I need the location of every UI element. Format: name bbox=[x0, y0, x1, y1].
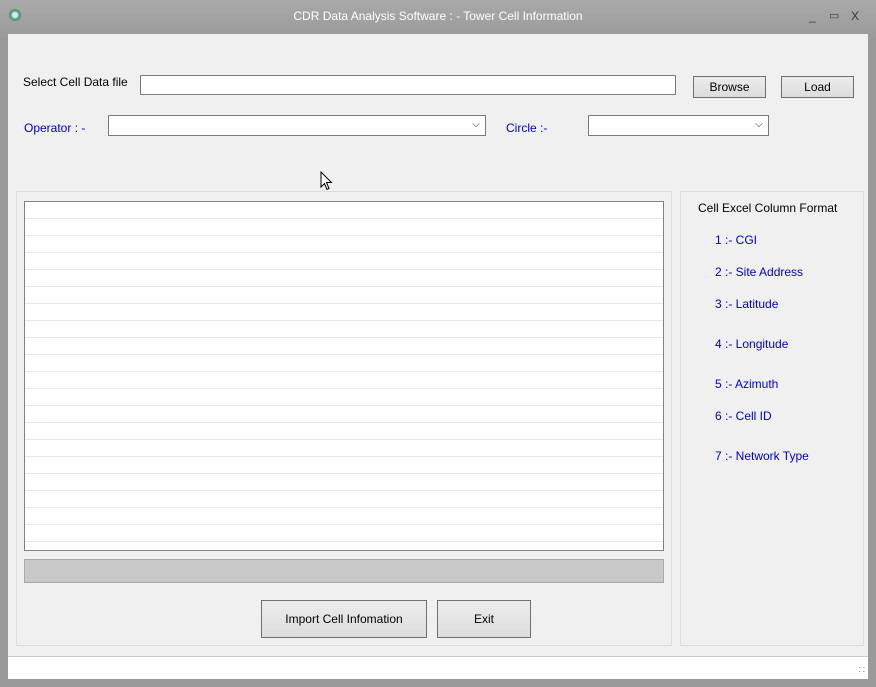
title-bar[interactable]: CDR Data Analysis Software : - Tower Cel… bbox=[0, 0, 876, 34]
load-button[interactable]: Load bbox=[781, 76, 854, 98]
table-row[interactable] bbox=[25, 355, 663, 372]
maximize-icon[interactable]: ▭ bbox=[829, 9, 839, 23]
format-item: 7 :- Network Type bbox=[715, 449, 809, 463]
close-icon[interactable]: X bbox=[851, 9, 859, 23]
table-row[interactable] bbox=[25, 491, 663, 508]
table-row[interactable] bbox=[25, 202, 663, 219]
table-row[interactable] bbox=[25, 219, 663, 236]
table-row[interactable] bbox=[25, 253, 663, 270]
format-item: 2 :- Site Address bbox=[715, 265, 804, 279]
operator-label: Operator : - bbox=[24, 121, 86, 135]
status-bar: ∷ bbox=[8, 656, 868, 679]
cell-data-grid[interactable] bbox=[24, 201, 664, 551]
table-row[interactable] bbox=[25, 321, 663, 338]
exit-button[interactable]: Exit bbox=[437, 600, 531, 638]
table-row[interactable] bbox=[25, 474, 663, 491]
select-file-label: Select Cell Data file bbox=[23, 75, 128, 89]
browse-button[interactable]: Browse bbox=[693, 76, 766, 98]
window-title: CDR Data Analysis Software : - Tower Cel… bbox=[293, 9, 583, 23]
table-row[interactable] bbox=[25, 389, 663, 406]
chevron-down-icon: ⌵ bbox=[755, 119, 763, 130]
table-row[interactable] bbox=[25, 525, 663, 542]
format-item: 6 :- Cell ID bbox=[715, 409, 772, 423]
column-format-title: Cell Excel Column Format bbox=[698, 201, 838, 215]
table-row[interactable] bbox=[25, 304, 663, 321]
table-row[interactable] bbox=[25, 287, 663, 304]
table-row[interactable] bbox=[25, 406, 663, 423]
chevron-down-icon: ⌵ bbox=[472, 119, 480, 130]
column-format-group-box bbox=[680, 191, 864, 646]
file-path-input[interactable] bbox=[140, 75, 676, 95]
table-row[interactable] bbox=[25, 270, 663, 287]
table-row[interactable] bbox=[25, 372, 663, 389]
import-cell-information-button[interactable]: Import Cell Infomation bbox=[261, 600, 427, 638]
import-progress-bar bbox=[24, 559, 664, 583]
format-item: 1 :- CGI bbox=[715, 233, 758, 247]
circle-label: Circle :- bbox=[506, 121, 548, 135]
table-row[interactable] bbox=[25, 440, 663, 457]
client-area: Select Cell Data file Browse Load Operat… bbox=[8, 34, 868, 679]
format-item: 5 :- Azimuth bbox=[715, 377, 779, 391]
table-row[interactable] bbox=[25, 338, 663, 355]
table-row[interactable] bbox=[25, 508, 663, 525]
table-row[interactable] bbox=[25, 457, 663, 474]
minimize-icon[interactable]: _ bbox=[809, 9, 816, 23]
format-item: 3 :- Latitude bbox=[715, 297, 779, 311]
table-row[interactable] bbox=[25, 423, 663, 440]
resize-grip-icon[interactable]: ∷ bbox=[853, 665, 865, 677]
app-window: CDR Data Analysis Software : - Tower Cel… bbox=[0, 0, 876, 687]
mouse-pointer-icon bbox=[320, 171, 333, 191]
circle-select[interactable]: ⌵ bbox=[588, 115, 769, 136]
table-row[interactable] bbox=[25, 236, 663, 253]
format-item: 4 :- Longitude bbox=[715, 337, 789, 351]
operator-select[interactable]: ⌵ bbox=[108, 115, 486, 136]
